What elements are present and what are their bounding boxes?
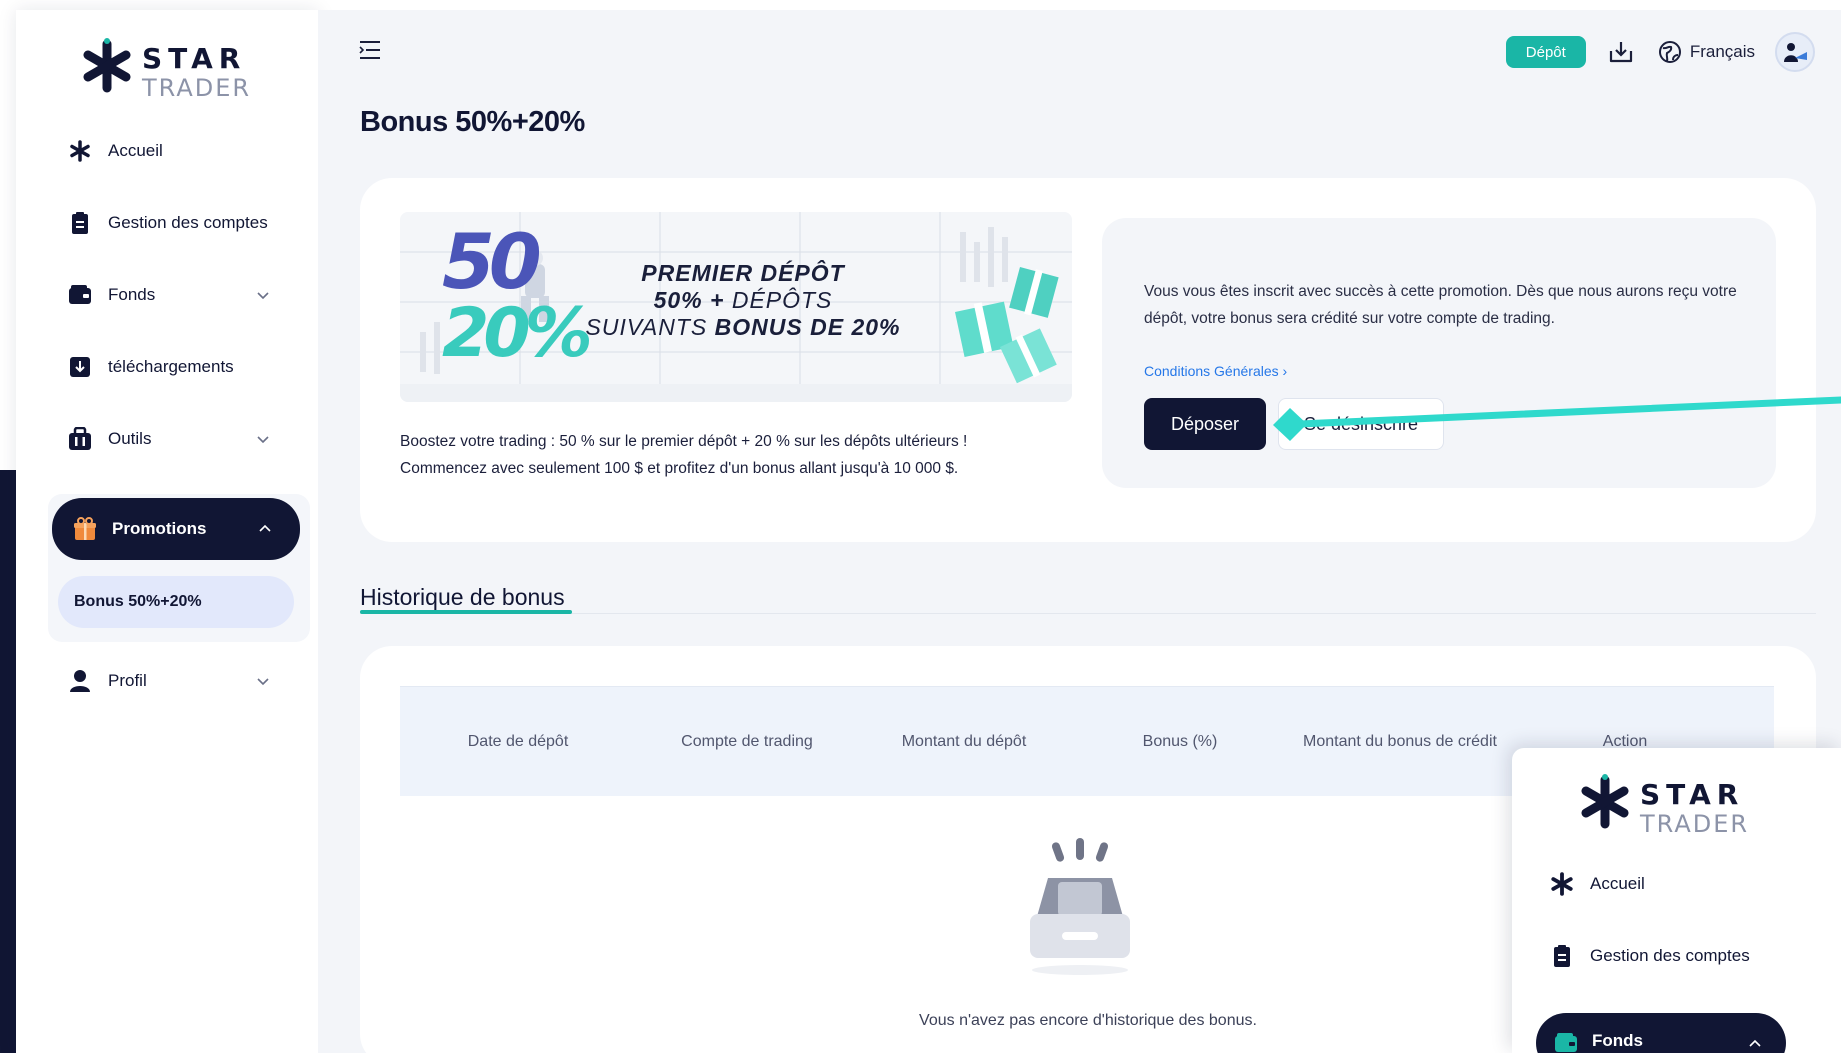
sidebar-item-label: Gestion des comptes	[108, 213, 268, 232]
banner-line-2: 50% + DÉPÔTS	[568, 287, 918, 314]
sidebar-subitem-bonus[interactable]: Bonus 50%+20%	[58, 576, 294, 628]
toolbox-icon	[68, 427, 92, 451]
sidebar: STAR TRADER Accueil Gestion des comptes …	[16, 10, 318, 1053]
banner-line-3: SUIVANTS BONUS DE 20%	[568, 314, 918, 341]
column-header: Date de dépôt	[467, 733, 569, 750]
chevron-up-icon	[1749, 1039, 1761, 1047]
overlay-item-label: Accueil	[1590, 874, 1645, 893]
page-title: Bonus 50%+20%	[360, 106, 585, 138]
globe-icon	[1658, 41, 1681, 63]
empty-inbox-icon	[1030, 838, 1130, 975]
clipboard-icon	[68, 211, 92, 235]
sidebar-item-label: Accueil	[108, 141, 163, 160]
language-label: Français	[1689, 42, 1755, 61]
star-icon	[68, 139, 92, 163]
logo-star-text: STAR	[142, 42, 247, 75]
language-selector[interactable]: Français	[1658, 40, 1755, 64]
sidebar-inset-overlay: STAR TRADER Accueil Gestion des comptes …	[1512, 748, 1841, 1053]
logo[interactable]: STAR TRADER	[82, 36, 262, 106]
promotion-info-panel: Vous vous êtes inscrit avec succès à cet…	[1102, 218, 1776, 488]
logo-trader-text: TRADER	[142, 74, 252, 102]
sidebar-item-outils[interactable]: Outils	[36, 410, 298, 468]
overlay-item-label: Fonds	[1592, 1031, 1643, 1050]
promotion-info-text: Vous vous êtes inscrit avec succès à cet…	[1144, 283, 1737, 327]
banner-line-2-bold: 50% +	[653, 287, 725, 313]
promotion-banner: 50 20% PREMIER DÉPÔT 50% + DÉPÔTS SUIVAN…	[400, 212, 1072, 402]
sidebar-item-promotions[interactable]: Promotions	[52, 498, 300, 560]
chevron-up-icon	[259, 524, 271, 532]
sidebar-item-gestion-comptes[interactable]: Gestion des comptes	[36, 194, 298, 252]
banner-line-3-bold: BONUS DE 20%	[714, 314, 901, 340]
promotions-group: Promotions Bonus 50%+20%	[48, 494, 310, 642]
left-edge	[0, 0, 16, 1053]
logo-trader-text: TRADER	[1640, 810, 1750, 838]
wallet-icon	[1555, 1033, 1577, 1052]
promotion-description-line-1: Boostez votre trading : 50 % sur le prem…	[400, 433, 968, 450]
gift-icon	[74, 517, 96, 540]
promotion-card: 50 20% PREMIER DÉPÔT 50% + DÉPÔTS SUIVAN…	[360, 178, 1816, 542]
overlay-item-gestion-comptes[interactable]: Gestion des comptes	[1550, 936, 1810, 976]
overlay-logo[interactable]: STAR TRADER	[1580, 772, 1760, 838]
download-icon[interactable]	[1608, 39, 1634, 65]
sidebar-item-fonds[interactable]: Fonds	[36, 266, 298, 324]
column-header: Compte de trading	[681, 733, 813, 750]
avatar[interactable]	[1775, 32, 1815, 72]
terms-link-label: Conditions Générales	[1144, 363, 1279, 379]
banner-headline: PREMIER DÉPÔT 50% + DÉPÔTS SUIVANTS BONU…	[568, 260, 918, 341]
star-logo-icon	[83, 38, 131, 93]
clipboard-icon	[1554, 945, 1570, 967]
sidebar-item-label: Outils	[108, 429, 152, 448]
sidebar-item-telechargements[interactable]: téléchargements	[36, 338, 298, 396]
tab-active-indicator	[360, 610, 572, 614]
sidebar-item-accueil[interactable]: Accueil	[36, 122, 298, 180]
tab-divider	[360, 613, 1816, 614]
chevron-down-icon	[257, 292, 269, 300]
sidebar-item-label: Profil	[108, 671, 147, 690]
menu-toggle-icon[interactable]	[358, 38, 382, 62]
user-icon	[68, 669, 92, 693]
chevron-down-icon	[257, 678, 269, 686]
topbar-deposit-button[interactable]: Dépôt	[1505, 36, 1586, 68]
sidebar-item-profil[interactable]: Profil	[36, 652, 298, 710]
column-header: Bonus (%)	[1142, 733, 1218, 750]
banner-line-3-start: SUIVANTS	[585, 314, 715, 340]
terms-link[interactable]: Conditions Générales ›	[1144, 363, 1287, 379]
chevron-right-icon: ›	[1282, 363, 1288, 379]
banner-line-1: PREMIER DÉPÔT	[641, 260, 845, 286]
column-header: Montant du bonus de crédit	[1303, 733, 1497, 750]
chevron-down-icon	[257, 436, 269, 444]
avatar-image-icon	[1784, 43, 1807, 62]
promotion-description-line-2: Commencez avec seulement 100 $ et profit…	[400, 460, 959, 477]
star-logo-icon	[1581, 774, 1629, 829]
logo-star-text: STAR	[1640, 778, 1745, 811]
unsubscribe-button[interactable]: Se désinscrire	[1278, 398, 1444, 450]
banner-big-20: 20%	[442, 294, 593, 373]
column-header: Montant du dépôt	[901, 733, 1027, 750]
download-box-icon	[68, 355, 92, 379]
left-edge-dark	[0, 470, 16, 1053]
promotion-description: Boostez votre trading : 50 % sur le prem…	[400, 428, 1080, 482]
tab-bonus-history[interactable]: Historique de bonus	[360, 584, 565, 611]
banner-big-50: 50	[442, 217, 542, 306]
banner-line-2-rest: DÉPÔTS	[724, 287, 833, 313]
sidebar-item-label: Fonds	[108, 285, 156, 304]
deposit-button[interactable]: Déposer	[1144, 398, 1266, 450]
star-icon	[1551, 872, 1573, 896]
wallet-icon	[68, 283, 92, 307]
overlay-item-label: Gestion des comptes	[1590, 946, 1750, 965]
sidebar-item-label: Promotions	[112, 519, 207, 538]
overlay-item-fonds[interactable]: Fonds	[1536, 1013, 1786, 1053]
sidebar-item-label: téléchargements	[108, 357, 234, 376]
topbar-actions: Dépôt Français	[1505, 30, 1815, 74]
overlay-item-accueil[interactable]: Accueil	[1550, 864, 1810, 904]
